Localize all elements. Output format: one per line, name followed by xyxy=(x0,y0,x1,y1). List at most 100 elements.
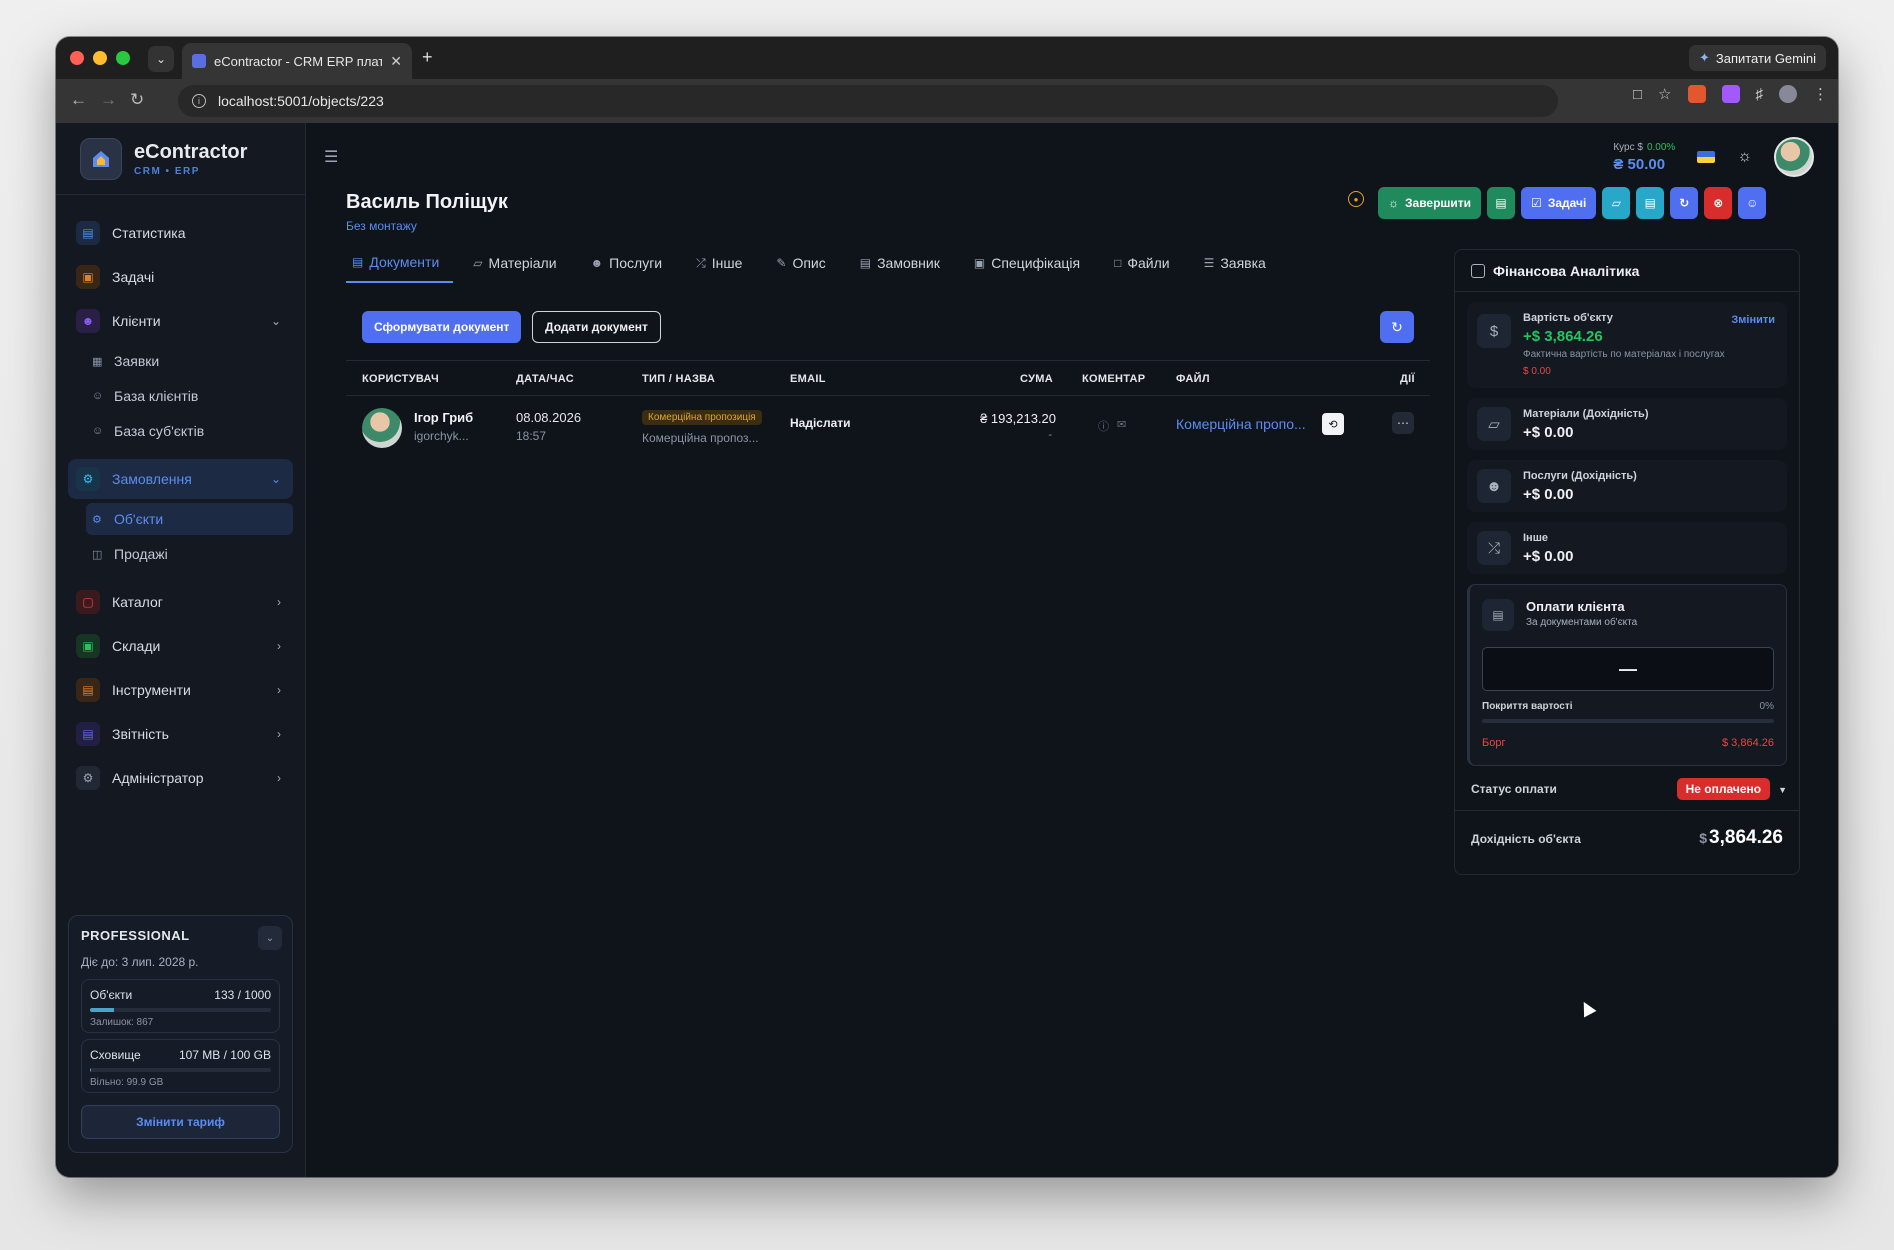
extensions-puzzle-icon[interactable]: ♯ xyxy=(1756,86,1764,103)
header-right: Курс $0.00% ₴ 50.00 ☼ xyxy=(1613,137,1814,177)
admin-icon: ⚙ xyxy=(76,766,100,790)
column-header[interactable]: КОМЕНТАР xyxy=(1082,373,1145,385)
refresh-action-button[interactable]: ↻ xyxy=(1670,187,1699,219)
bookmark-star-icon[interactable]: ☆ xyxy=(1658,85,1671,103)
sidebar-item-admin[interactable]: ⚙ Адміністратор › xyxy=(68,758,293,798)
sidebar-subitem-subjects[interactable]: ☺ База суб'єктів xyxy=(86,415,293,447)
tab-label: Послуги xyxy=(609,255,663,271)
cube-action-button[interactable]: ▱ xyxy=(1602,187,1631,219)
sidebar-item-label: Статистика xyxy=(112,225,186,241)
column-header[interactable]: КОРИСТУВАЧ xyxy=(362,373,439,385)
tab-documents[interactable]: ▤ Документи xyxy=(346,243,454,283)
install-icon[interactable]: □ xyxy=(1633,86,1642,103)
chart-icon: ▤ xyxy=(76,221,100,245)
new-tab-button[interactable]: + xyxy=(422,47,433,68)
file-link[interactable]: Комерційна пропо... xyxy=(1176,416,1306,432)
user-avatar[interactable] xyxy=(1774,137,1814,177)
tab-files[interactable]: □ Файли xyxy=(1108,243,1184,283)
share-button[interactable]: ⟲ xyxy=(1322,413,1344,435)
tab-customer[interactable]: ▤ Замовник xyxy=(854,243,954,283)
maximize-window-button[interactable] xyxy=(116,51,130,65)
forward-arrow-icon[interactable]: → xyxy=(100,90,117,110)
column-header[interactable]: СУМА xyxy=(1020,373,1053,385)
tab-request[interactable]: ☰ Заявка xyxy=(1198,243,1280,283)
document-action-button[interactable]: ▤ xyxy=(1487,187,1516,219)
ukraine-flag-icon[interactable] xyxy=(1697,151,1716,163)
toolbar-right: □ ☆ ♯ ⋮ xyxy=(1633,85,1828,103)
list-icon: ☰ xyxy=(1203,256,1215,270)
sidebar-subitem-objects[interactable]: ⚙ Об'єкти xyxy=(86,503,293,535)
back-arrow-icon[interactable]: ← xyxy=(70,90,87,110)
tab-materials[interactable]: ▱ Матеріали xyxy=(467,243,570,283)
address-bar[interactable]: i localhost:5001/objects/223 xyxy=(178,85,1558,117)
brand[interactable]: eContractor CRM • ERP xyxy=(56,123,305,195)
tab-search-button[interactable]: ⌄ xyxy=(148,46,174,72)
info-icon[interactable]: ⓘ xyxy=(1098,418,1109,434)
sidebar-item-clients[interactable]: ☻ Клієнти ⌄ xyxy=(68,301,293,341)
site-info-icon[interactable]: i xyxy=(192,94,206,108)
kebab-menu-icon[interactable]: ⋮ xyxy=(1813,85,1828,103)
plan-title: PROFESSIONAL xyxy=(81,928,190,943)
payment-status-dropdown[interactable]: Не оплачено ▼ xyxy=(1676,778,1787,800)
objects-quota: Об'єкти 133 / 1000 Залишок: 867 xyxy=(81,979,280,1033)
table-row[interactable]: Ігор Гриб igorchyk... 08.08.2026 18:57 К… xyxy=(346,396,1430,460)
sidebar-item-orders[interactable]: ⚙ Замовлення ⌄ xyxy=(68,459,293,499)
sidebar-item-warehouses[interactable]: ▣ Склади › xyxy=(68,626,293,666)
ask-gemini-button[interactable]: ✦ Запитати Gemini xyxy=(1688,45,1826,71)
report-icon: ▤ xyxy=(76,722,100,746)
doc-date: 08.08.2026 xyxy=(516,410,582,425)
extension-icon[interactable] xyxy=(1687,85,1706,103)
cancel-action-button[interactable]: ⊗ xyxy=(1704,187,1733,219)
figma-extension-icon[interactable] xyxy=(1721,85,1740,103)
sidebar-item-tasks[interactable]: ▣ Задачі xyxy=(68,257,293,297)
user-action-button[interactable]: ☺ xyxy=(1738,187,1767,219)
profile-icon[interactable] xyxy=(1779,85,1797,103)
column-header[interactable]: EMAIL xyxy=(790,373,826,385)
change-cost-link[interactable]: Змінити xyxy=(1731,314,1775,326)
sun-icon[interactable]: ☼ xyxy=(1737,148,1752,166)
sidebar-item-tools[interactable]: ▤ Інструменти › xyxy=(68,670,293,710)
users-icon: ☻ xyxy=(590,256,604,270)
chart-action-button[interactable]: ▤ xyxy=(1636,187,1665,219)
tab-specification[interactable]: ▣ Специфікація xyxy=(968,243,1094,283)
message-icon[interactable]: ✉ xyxy=(1117,418,1126,434)
page-subtitle[interactable]: Без монтажу xyxy=(346,219,417,233)
column-header[interactable]: ТИП / НАЗВА xyxy=(642,373,715,385)
materials-label: Матеріали (Дохідність) xyxy=(1523,408,1649,420)
change-plan-button[interactable]: Змінити тариф xyxy=(81,1105,280,1139)
sidebar-subitem-client-base[interactable]: ☺ База клієнтів xyxy=(86,380,293,412)
column-header[interactable]: ФАЙЛ xyxy=(1176,373,1210,385)
shuffle-icon: ⤮ xyxy=(1477,531,1511,565)
sidebar-item-catalog[interactable]: ▢ Каталог › xyxy=(68,582,293,622)
send-email-link[interactable]: Надіслати xyxy=(790,416,851,430)
more-actions-button[interactable]: ⋯ xyxy=(1392,412,1414,434)
plan-collapse-button[interactable]: ⌄ xyxy=(258,926,282,950)
finish-button[interactable]: ☼ Завершити xyxy=(1378,187,1482,219)
tab-other[interactable]: ⤮ Інше xyxy=(690,243,756,283)
tab-label: Матеріали xyxy=(488,255,557,271)
storage-quota: Сховище 107 MB / 100 GB Вільно: 99.9 GB xyxy=(81,1039,280,1093)
close-icon[interactable]: ✕ xyxy=(390,53,402,70)
sidebar-subitem-requests[interactable]: ▦ Заявки xyxy=(86,345,293,377)
generate-document-button[interactable]: Сформувати документ xyxy=(362,311,522,343)
close-window-button[interactable] xyxy=(70,51,84,65)
tab-description[interactable]: ✎ Опис xyxy=(770,243,839,283)
tab-services[interactable]: ☻ Послуги xyxy=(585,243,677,283)
refresh-documents-button[interactable]: ↻ xyxy=(1380,311,1414,343)
add-document-button[interactable]: Додати документ xyxy=(532,311,661,343)
column-header[interactable]: ДАТА/ЧАС xyxy=(516,373,574,385)
browser-tab[interactable]: eContractor - CRM ERP плат… ✕ xyxy=(182,43,412,79)
brand-name: eContractor xyxy=(134,140,248,163)
status-indicator-icon[interactable]: ● xyxy=(1348,191,1364,207)
menu-toggle-icon[interactable]: ☰ xyxy=(324,147,338,167)
profit-value-wrap: $3,864.26 xyxy=(1699,827,1783,849)
sidebar-item-reports[interactable]: ▤ Звітність › xyxy=(68,714,293,754)
client-payments-card: ▤ Оплати клієнта За документами об'єкта … xyxy=(1467,584,1787,766)
sidebar-item-statistics[interactable]: ▤ Статистика xyxy=(68,213,293,253)
chevron-down-icon: ⌄ xyxy=(155,52,167,66)
minimize-window-button[interactable] xyxy=(93,51,107,65)
sidebar-subitem-sales[interactable]: ◫ Продажі xyxy=(86,538,293,570)
file-icon: □ xyxy=(1114,256,1122,270)
tasks-button[interactable]: ☑ Задачі xyxy=(1521,187,1597,219)
reload-icon[interactable]: ↻ xyxy=(130,90,144,110)
